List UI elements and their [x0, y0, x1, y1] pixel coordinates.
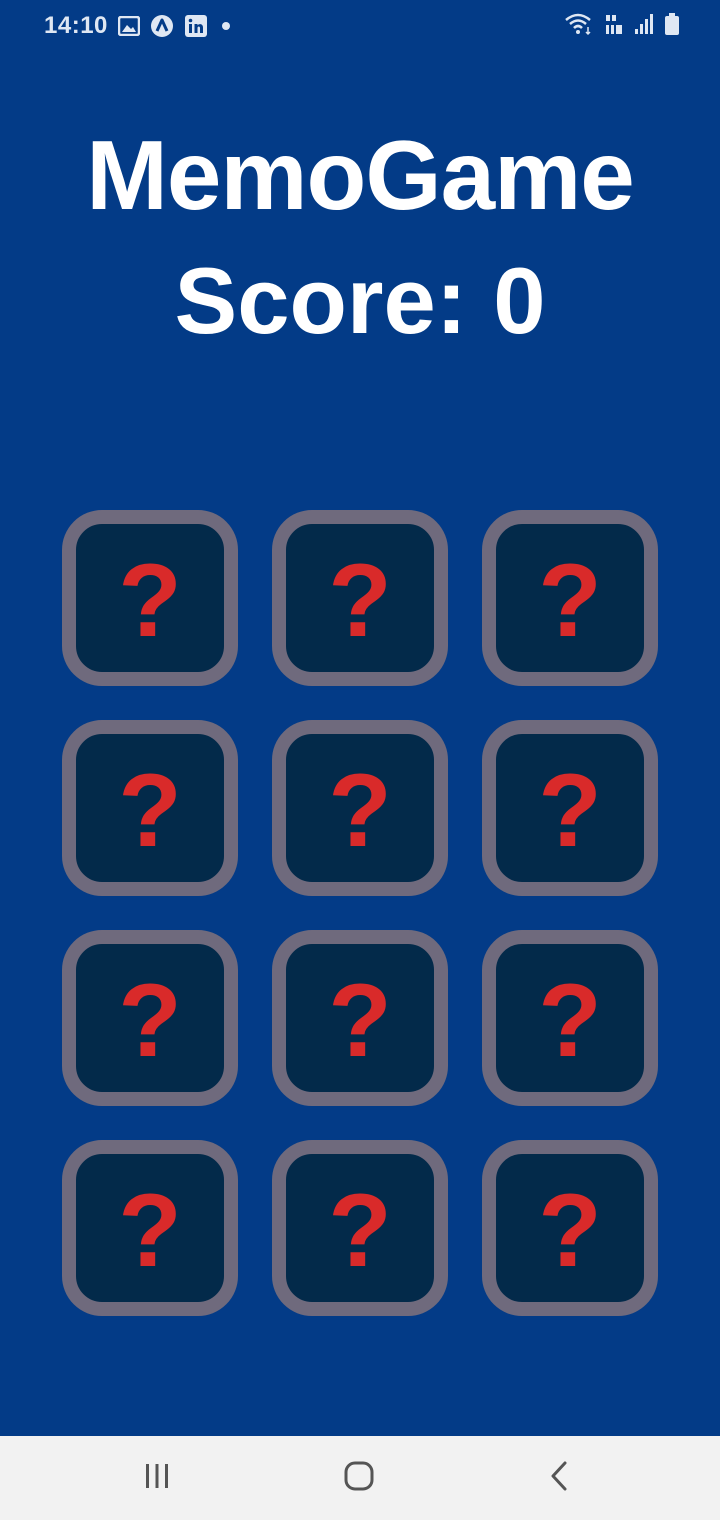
question-mark-icon: ? — [328, 753, 392, 869]
question-mark-icon: ? — [538, 753, 602, 869]
home-button[interactable] — [299, 1436, 419, 1520]
question-mark-icon: ? — [538, 963, 602, 1079]
recents-icon — [142, 1461, 172, 1496]
card-grid: ? ? ? ? ? ? ? ? ? ? ? ? — [62, 510, 660, 1316]
score-label: Score: — [174, 248, 494, 353]
memory-card[interactable]: ? — [272, 930, 448, 1106]
memory-card[interactable]: ? — [482, 1140, 658, 1316]
question-mark-icon: ? — [328, 543, 392, 659]
signal-icon — [634, 13, 654, 40]
home-icon — [343, 1460, 375, 1497]
back-icon — [545, 1460, 575, 1497]
memory-card[interactable]: ? — [62, 720, 238, 896]
question-mark-icon: ? — [328, 1173, 392, 1289]
score-display: Score: 0 — [0, 248, 720, 354]
status-bar: 14:10 — [0, 0, 720, 56]
volte-icon — [604, 12, 624, 41]
gallery-icon — [117, 15, 141, 41]
wifi-icon — [564, 12, 594, 41]
question-mark-icon: ? — [118, 963, 182, 1079]
question-mark-icon: ? — [118, 1173, 182, 1289]
memory-card[interactable]: ? — [62, 930, 238, 1106]
memory-card[interactable]: ? — [272, 1140, 448, 1316]
question-mark-icon: ? — [538, 543, 602, 659]
question-mark-icon: ? — [118, 753, 182, 869]
notification-icons — [117, 14, 234, 43]
memory-card[interactable]: ? — [272, 720, 448, 896]
question-mark-icon: ? — [538, 1173, 602, 1289]
navigation-bar — [0, 1436, 720, 1520]
memory-card[interactable]: ? — [482, 720, 658, 896]
recents-button[interactable] — [97, 1436, 217, 1520]
system-icons — [564, 12, 680, 41]
battery-icon — [664, 12, 680, 41]
score-value: 0 — [493, 248, 546, 353]
memory-card[interactable]: ? — [272, 510, 448, 686]
back-button[interactable] — [500, 1436, 620, 1520]
question-mark-icon: ? — [118, 543, 182, 659]
memory-card[interactable]: ? — [482, 510, 658, 686]
memory-card[interactable]: ? — [482, 930, 658, 1106]
question-mark-icon: ? — [328, 963, 392, 1079]
memory-card[interactable]: ? — [62, 1140, 238, 1316]
linkedin-icon — [184, 14, 208, 43]
memory-card[interactable]: ? — [62, 510, 238, 686]
app-icon — [150, 14, 174, 43]
status-time: 14:10 — [44, 12, 108, 39]
dot-icon — [218, 18, 234, 39]
game-title: MemoGame — [86, 120, 635, 230]
